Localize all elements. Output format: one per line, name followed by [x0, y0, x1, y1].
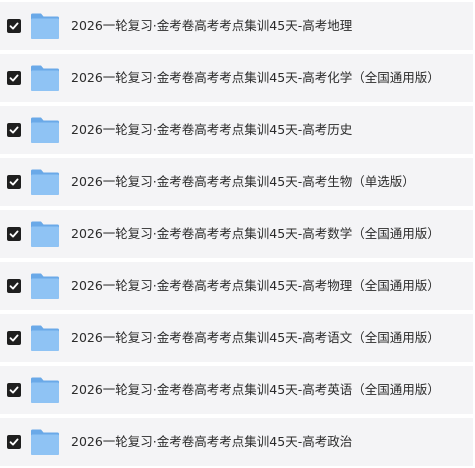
- folder-icon: [30, 11, 60, 41]
- checkmark-icon: [9, 126, 19, 134]
- checkmark-icon: [9, 74, 19, 82]
- folder-icon: [30, 115, 60, 145]
- checkbox[interactable]: [7, 123, 21, 137]
- checkmark-icon: [9, 282, 19, 290]
- folder-icon: [30, 427, 60, 457]
- folder-icon: [30, 167, 60, 197]
- checkmark-icon: [9, 386, 19, 394]
- checkbox[interactable]: [7, 175, 21, 189]
- file-name: 2026一轮复习·金考卷高考考点集训45天-高考政治: [71, 434, 353, 449]
- checkmark-icon: [9, 178, 19, 186]
- checkmark-icon: [9, 22, 19, 30]
- list-item[interactable]: 2026一轮复习·金考卷高考考点集训45天-高考英语（全国通用版）: [0, 366, 473, 414]
- folder-icon: [30, 323, 60, 353]
- list-item[interactable]: 2026一轮复习·金考卷高考考点集训45天-高考政治: [0, 418, 473, 466]
- list-item[interactable]: 2026一轮复习·金考卷高考考点集训45天-高考语文（全国通用版）: [0, 314, 473, 362]
- checkmark-icon: [9, 230, 19, 238]
- file-name: 2026一轮复习·金考卷高考考点集训45天-高考生物（单选版）: [71, 174, 415, 189]
- folder-icon: [30, 271, 60, 301]
- checkbox[interactable]: [7, 71, 21, 85]
- checkmark-icon: [9, 438, 19, 446]
- folder-icon: [30, 63, 60, 93]
- file-name: 2026一轮复习·金考卷高考考点集训45天-高考数学（全国通用版）: [71, 226, 440, 241]
- checkbox[interactable]: [7, 331, 21, 345]
- file-name: 2026一轮复习·金考卷高考考点集训45天-高考地理: [71, 18, 353, 33]
- file-name: 2026一轮复习·金考卷高考考点集训45天-高考语文（全国通用版）: [71, 330, 440, 345]
- checkbox[interactable]: [7, 227, 21, 241]
- file-name: 2026一轮复习·金考卷高考考点集训45天-高考物理（全国通用版）: [71, 278, 440, 293]
- file-name: 2026一轮复习·金考卷高考考点集训45天-高考英语（全国通用版）: [71, 382, 440, 397]
- list-item[interactable]: 2026一轮复习·金考卷高考考点集训45天-高考地理: [0, 2, 473, 50]
- folder-icon: [30, 219, 60, 249]
- list-item[interactable]: 2026一轮复习·金考卷高考考点集训45天-高考历史: [0, 106, 473, 154]
- file-list: 2026一轮复习·金考卷高考考点集训45天-高考地理 2026一轮复习·金考卷高…: [0, 0, 475, 468]
- list-item[interactable]: 2026一轮复习·金考卷高考考点集训45天-高考生物（单选版）: [0, 158, 473, 206]
- checkbox[interactable]: [7, 383, 21, 397]
- list-item[interactable]: 2026一轮复习·金考卷高考考点集训45天-高考物理（全国通用版）: [0, 262, 473, 310]
- list-item[interactable]: 2026一轮复习·金考卷高考考点集训45天-高考化学（全国通用版）: [0, 54, 473, 102]
- file-name: 2026一轮复习·金考卷高考考点集训45天-高考化学（全国通用版）: [71, 70, 440, 85]
- checkbox[interactable]: [7, 279, 21, 293]
- list-item[interactable]: 2026一轮复习·金考卷高考考点集训45天-高考数学（全国通用版）: [0, 210, 473, 258]
- folder-icon: [30, 375, 60, 405]
- checkbox[interactable]: [7, 435, 21, 449]
- checkmark-icon: [9, 334, 19, 342]
- file-name: 2026一轮复习·金考卷高考考点集训45天-高考历史: [71, 122, 353, 137]
- checkbox[interactable]: [7, 19, 21, 33]
